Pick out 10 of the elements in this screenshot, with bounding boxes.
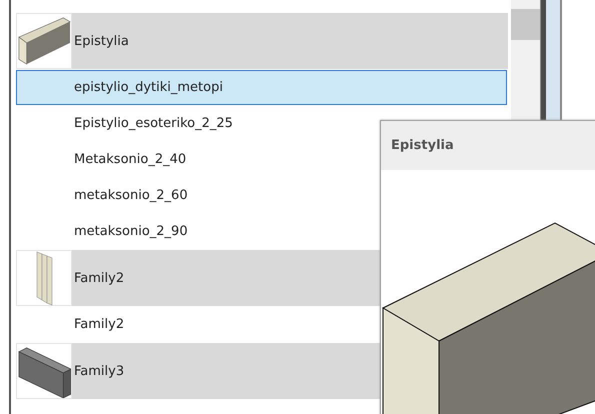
family-header[interactable]: Epistylia [16, 13, 508, 69]
splitter[interactable] [540, 0, 546, 120]
scrollbar[interactable] [511, 0, 540, 120]
scrollbar-thumb[interactable] [511, 9, 540, 40]
preview-title: Epistylia [391, 138, 454, 153]
type-item[interactable]: epistylio_dytiki_metopi [16, 70, 507, 105]
family-name: Family3 [74, 364, 124, 378]
family-name: Epistylia [74, 34, 129, 48]
family-name: Family2 [74, 270, 124, 286]
panels-icon [36, 250, 52, 306]
